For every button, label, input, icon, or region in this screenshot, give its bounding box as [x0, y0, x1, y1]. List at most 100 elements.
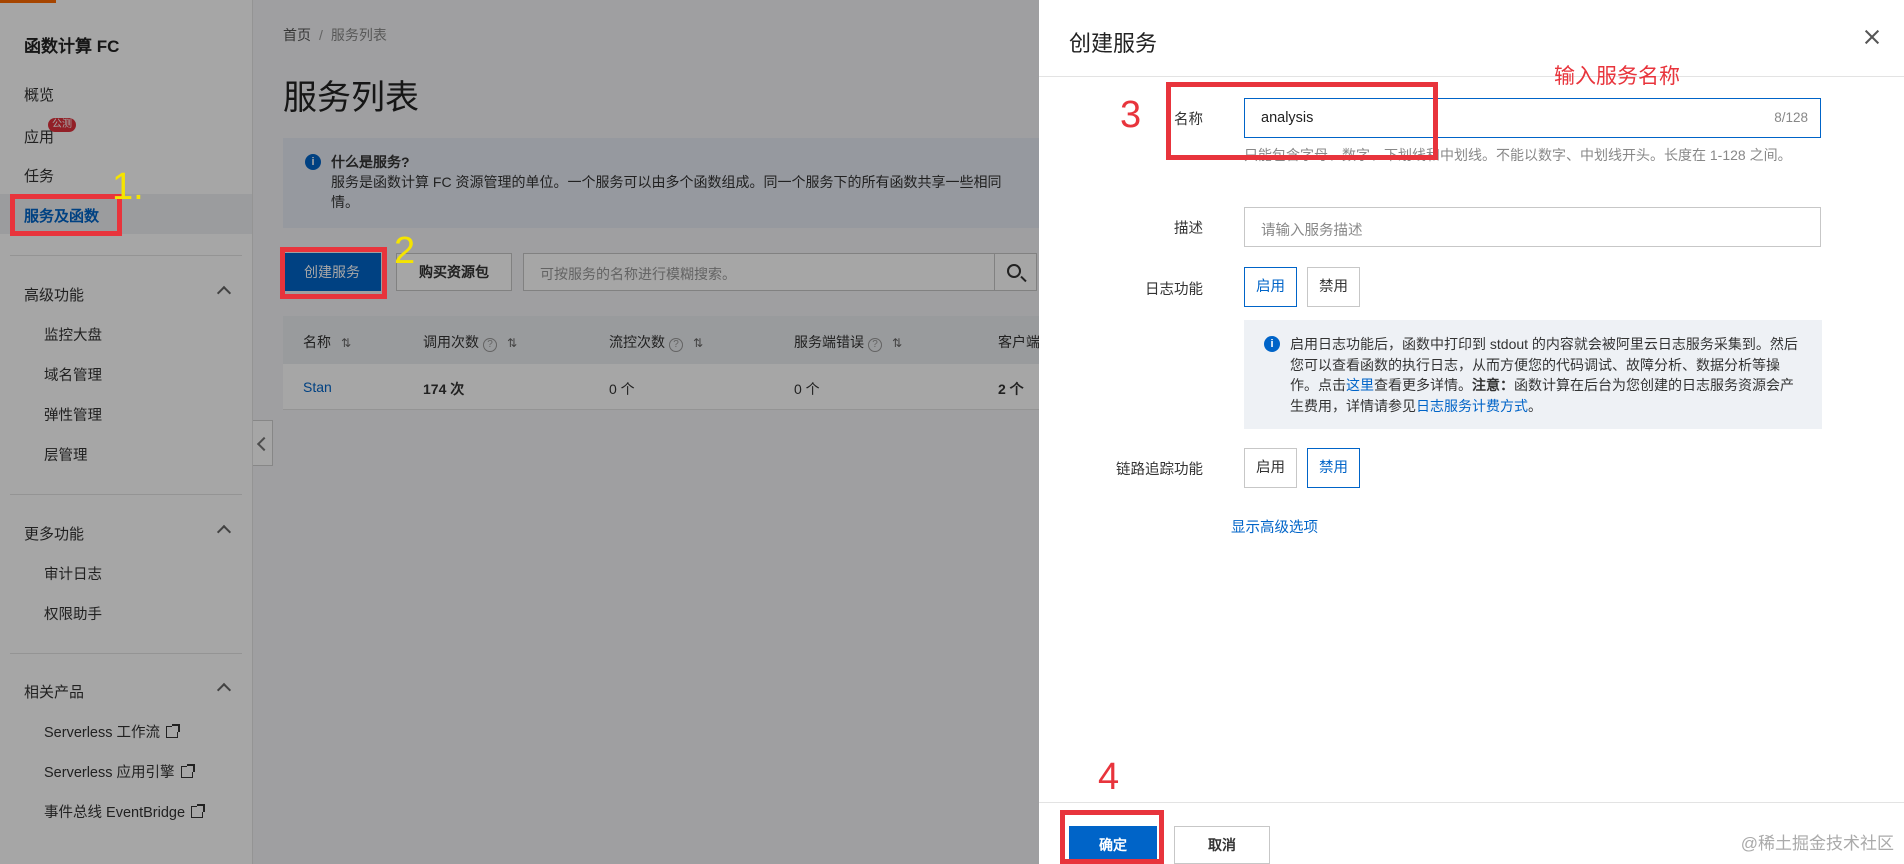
sidebar-item-audit[interactable]: 审计日志 — [44, 563, 102, 584]
notice-body-tail: 情。 — [331, 194, 359, 210]
log-info-box: i 启用日志功能后，函数中打印到 stdout 的内容就会被阿里云日志服务采集到… — [1244, 320, 1822, 429]
sidebar-item-domain[interactable]: 域名管理 — [44, 364, 102, 385]
sidebar-item-elastic[interactable]: 弹性管理 — [44, 404, 102, 425]
product-title: 函数计算 FC — [24, 37, 120, 56]
log-disable-button[interactable]: 禁用 — [1307, 267, 1360, 307]
trace-disable-button[interactable]: 禁用 — [1307, 448, 1360, 488]
column-label: 名称 — [303, 334, 331, 350]
log-info-text: 。 — [1528, 397, 1542, 414]
sidebar-divider — [10, 494, 242, 495]
chevron-up-icon — [216, 524, 232, 540]
drawer-footer-divider — [1039, 802, 1904, 803]
sidebar-item-label: 应用 — [24, 129, 55, 146]
column-calls[interactable]: 调用次数? ⇅ — [423, 332, 517, 352]
external-link-icon — [180, 764, 195, 778]
search-button[interactable] — [995, 253, 1037, 291]
brand-accent-bar — [0, 0, 56, 3]
cell-calls: 174 次 — [423, 381, 465, 397]
sidebar-item-tasks[interactable]: 任务 — [24, 165, 54, 186]
search-input[interactable]: 可按服务的名称进行模糊搜索。 — [523, 253, 995, 291]
group-title: 更多功能 — [24, 526, 85, 543]
chevron-up-icon — [216, 285, 232, 301]
close-icon[interactable] — [1863, 28, 1881, 46]
service-name-link[interactable]: Stan — [303, 379, 332, 395]
annotation-step4: 4 — [1098, 756, 1120, 798]
annotation-box-step4 — [1060, 810, 1164, 864]
sidebar-item-layers[interactable]: 层管理 — [44, 444, 88, 465]
log-label: 日志功能 — [1145, 282, 1203, 298]
annotation-box-step1 — [10, 194, 122, 236]
sort-icon: ⇅ — [507, 336, 518, 350]
cancel-button[interactable]: 取消 — [1174, 826, 1270, 864]
column-name[interactable]: 名称 ⇅ — [303, 332, 351, 352]
cell-throttled: 0 个 — [609, 381, 635, 397]
sidebar-item-sae[interactable]: Serverless 应用引擎 — [44, 761, 195, 782]
log-billing-link[interactable]: 日志服务计费方式 — [1416, 398, 1528, 414]
annotation-step3-text: 输入服务名称 — [1554, 65, 1680, 88]
info-icon: i — [1264, 336, 1280, 352]
info-notice: i 什么是服务? 服务是函数计算 FC 资源管理的单位。一个服务可以由多个函数组… — [283, 138, 1083, 228]
sidebar-item-apps[interactable]: 应用 公测 — [24, 118, 76, 147]
notice-body: 服务是函数计算 FC 资源管理的单位。一个服务可以由多个函数组成。同一个服务下的… — [331, 174, 1002, 190]
help-icon: ? — [868, 338, 882, 352]
page-title: 服务列表 — [283, 79, 419, 117]
drawer-title: 创建服务 — [1069, 31, 1158, 56]
breadcrumb-current: 服务列表 — [330, 27, 387, 43]
group-more[interactable]: 更多功能 — [24, 523, 232, 544]
group-title: 相关产品 — [24, 684, 85, 701]
sidebar-item-overview[interactable]: 概览 — [24, 84, 54, 105]
notice-title: 什么是服务? — [331, 154, 410, 170]
sort-icon: ⇅ — [693, 336, 704, 350]
info-icon: i — [305, 154, 321, 170]
trace-enable-button[interactable]: 启用 — [1244, 448, 1297, 488]
more-details-link[interactable]: 这里 — [1346, 377, 1374, 393]
sidebar-divider — [10, 653, 242, 654]
sidebar-item-workflow[interactable]: Serverless 工作流 — [44, 721, 181, 742]
sidebar-item-monitor[interactable]: 监控大盘 — [44, 324, 102, 345]
sort-icon: ⇅ — [892, 336, 903, 350]
column-label: 调用次数 — [423, 334, 479, 350]
collapse-sidebar-handle[interactable] — [253, 420, 273, 466]
external-link-icon — [191, 804, 206, 818]
cell-server-errors: 0 个 — [794, 381, 820, 397]
chevron-up-icon — [216, 682, 232, 698]
table-row: Stan 174 次 0 个 0 个 2 个 — [283, 364, 1083, 410]
sort-icon: ⇅ — [341, 336, 352, 350]
group-related[interactable]: 相关产品 — [24, 681, 232, 702]
column-throttled[interactable]: 流控次数? ⇅ — [609, 332, 703, 352]
watermark: @稀土掘金技术社区 — [1740, 834, 1894, 853]
annotation-box-step3 — [1166, 82, 1438, 160]
column-client[interactable]: 客户端 — [998, 332, 1040, 352]
cell-client: 2 个 — [998, 381, 1024, 397]
log-info-note: 注意： — [1472, 377, 1514, 393]
link-label: Serverless 应用引擎 — [44, 765, 175, 781]
column-label: 服务端错误 — [794, 334, 864, 350]
annotation-box-step2 — [280, 247, 387, 299]
group-title: 高级功能 — [24, 287, 85, 304]
trace-label: 链路追踪功能 — [1116, 462, 1203, 478]
link-label: Serverless 工作流 — [44, 725, 161, 741]
drawer-divider — [1039, 76, 1904, 77]
sidebar-item-eventbridge[interactable]: 事件总线 EventBridge — [44, 801, 206, 822]
sidebar: 函数计算 FC 概览 应用 公测 任务 服务及函数 高级功能 监控大盘 域名管理… — [0, 0, 253, 864]
log-enable-button[interactable]: 启用 — [1244, 267, 1297, 307]
sidebar-divider — [10, 255, 242, 256]
beta-badge: 公测 — [48, 118, 76, 132]
show-advanced-link[interactable]: 显示高级选项 — [1231, 516, 1318, 537]
column-label: 流控次数 — [609, 334, 665, 350]
char-counter: 8/128 — [1774, 110, 1808, 125]
link-label: 事件总线 EventBridge — [44, 805, 186, 821]
help-icon: ? — [483, 338, 497, 352]
table-header: 名称 ⇅ 调用次数? ⇅ 流控次数? ⇅ 服务端错误? ⇅ 客户端 — [283, 316, 1083, 364]
search-icon — [1007, 264, 1021, 278]
log-info-text: 查看更多详情。 — [1374, 377, 1472, 393]
external-link-icon — [166, 724, 181, 738]
breadcrumb-home[interactable]: 首页 — [283, 27, 311, 43]
help-icon: ? — [669, 338, 683, 352]
breadcrumb-separator: / — [319, 27, 323, 43]
sidebar-item-permission[interactable]: 权限助手 — [44, 603, 102, 624]
column-server-errors[interactable]: 服务端错误? ⇅ — [794, 332, 902, 352]
group-advanced[interactable]: 高级功能 — [24, 284, 232, 305]
description-input[interactable]: 请输入服务描述 — [1244, 207, 1821, 247]
annotation-step3: 3 — [1120, 94, 1142, 136]
